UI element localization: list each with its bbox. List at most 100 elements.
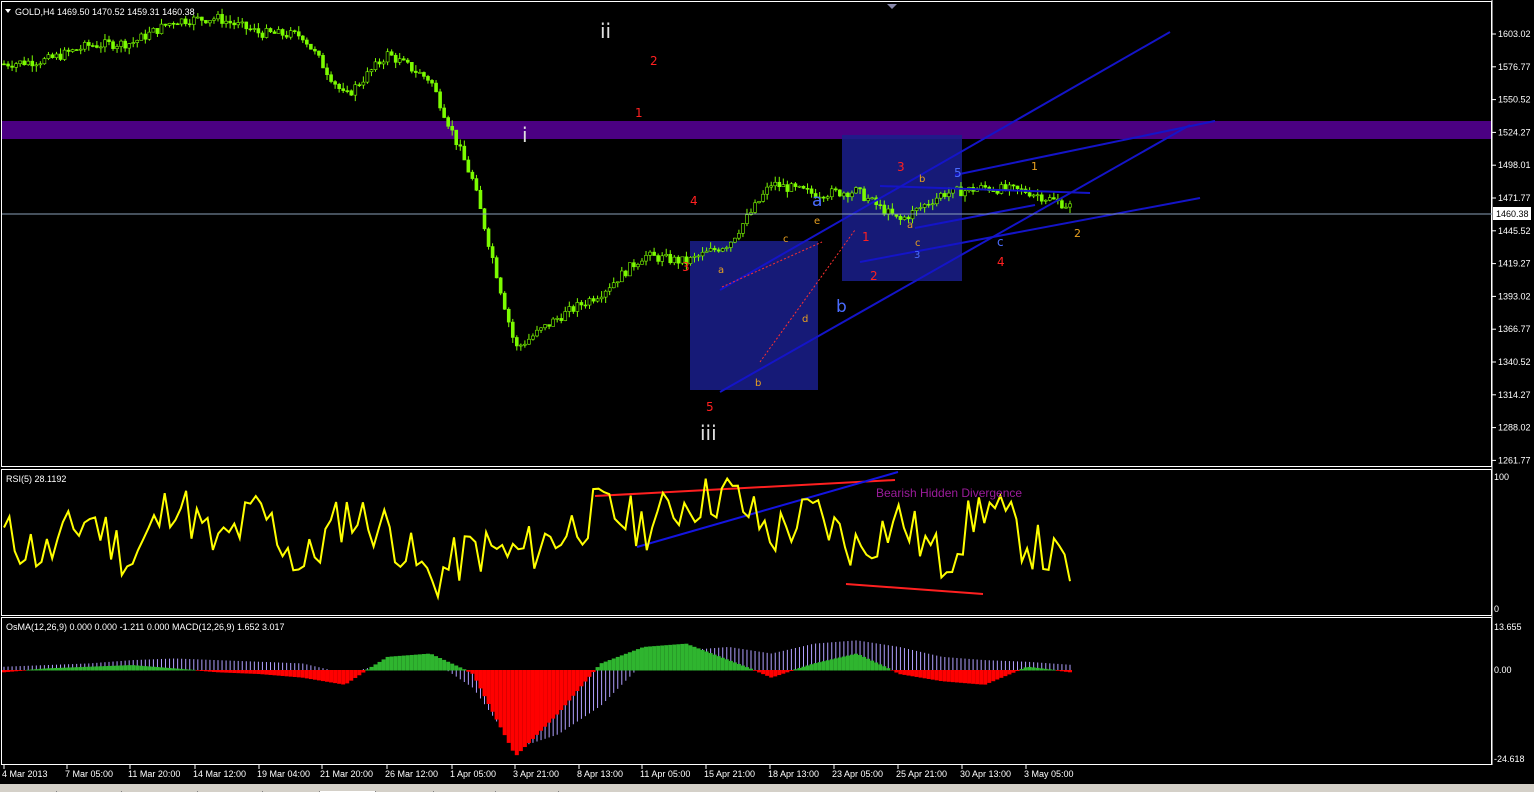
- osma-bar: [866, 658, 871, 671]
- osma-bar: [329, 670, 334, 683]
- osma-bar: [983, 670, 988, 685]
- candle-body: [454, 129, 459, 146]
- menu-arrow-icon[interactable]: [5, 9, 11, 13]
- osma-bar: [54, 667, 59, 671]
- candle-body: [74, 49, 79, 51]
- candle-body: [910, 210, 915, 220]
- candle-body: [579, 302, 584, 306]
- mt4-chart-window[interactable]: 1460.38 GOLD,H4 1469.50 1470.52 1459.31 …: [0, 0, 1534, 792]
- osma-bar: [86, 666, 91, 671]
- candle-body: [91, 45, 95, 47]
- candle-body: [232, 22, 236, 26]
- osma-bar: [211, 670, 216, 673]
- candle-body: [624, 270, 628, 277]
- osma-bar: [434, 656, 439, 671]
- osma-bar: [353, 670, 358, 678]
- candle-body: [369, 69, 374, 73]
- candle-body: [914, 207, 919, 211]
- osma-bar: [288, 670, 293, 677]
- osma-bar: [510, 670, 515, 751]
- wave-label-red-2a: 2: [650, 54, 658, 68]
- candle-body: [183, 18, 188, 25]
- osma-bar: [454, 665, 459, 671]
- candle-body: [296, 31, 301, 37]
- osma-bar: [38, 668, 43, 671]
- osma-bar: [203, 670, 208, 672]
- candle-body: [450, 126, 455, 131]
- osma-bar: [474, 670, 479, 681]
- candle-body: [381, 61, 386, 65]
- osma-bar: [963, 670, 968, 684]
- time-tick-label: 7 Mar 05:00: [65, 769, 113, 779]
- osma-bar: [684, 643, 689, 671]
- osma-bar: [587, 670, 592, 677]
- osma-bar: [506, 670, 511, 743]
- osma-bar: [264, 670, 269, 675]
- wave-label-ii: ii: [600, 19, 611, 43]
- osma-bar: [462, 669, 467, 671]
- osma-bar: [971, 670, 976, 684]
- wave-label-red-4a: 4: [690, 194, 698, 208]
- osma-bar: [349, 670, 354, 681]
- osma-bar: [615, 656, 620, 671]
- osma-bar: [123, 665, 128, 671]
- wave-label-orange-1: 1: [1031, 160, 1038, 173]
- candle-body: [474, 178, 479, 191]
- osma-bar: [325, 670, 330, 682]
- price-axis: 1603.02 1576.77 1550.52 1524.27 1498.01 1471.…: [1492, 29, 1531, 465]
- candle-body: [377, 61, 382, 65]
- osma-bar: [115, 665, 120, 671]
- wave-label-iii: iii: [700, 421, 717, 445]
- candle-body: [494, 257, 499, 279]
- candle-body: [212, 18, 216, 21]
- wave-label-red-5a: 5: [706, 400, 714, 414]
- candle-body: [615, 281, 620, 284]
- candle-body: [882, 204, 887, 215]
- osma-bar: [151, 666, 156, 671]
- osma-bar: [926, 670, 931, 679]
- candle-body: [434, 82, 438, 93]
- osma-bar: [1055, 670, 1060, 671]
- candle-body: [175, 23, 180, 26]
- osma-bar: [987, 670, 992, 683]
- candle-body: [276, 29, 281, 34]
- candle-body: [672, 256, 677, 264]
- osma-bar: [187, 669, 192, 671]
- osma-bar: [526, 670, 531, 743]
- candle-body: [46, 54, 51, 59]
- time-axis: 4 Mar 2013 7 Mar 05:00 11 Mar 20:00 14 Mar …: [2, 765, 1074, 779]
- osma-bar: [361, 670, 366, 673]
- candle-body: [414, 70, 418, 73]
- candle-body: [131, 42, 136, 44]
- candle-body: [438, 91, 442, 109]
- candle-body: [587, 298, 592, 306]
- candle-body: [821, 196, 826, 199]
- osma-bar: [2, 670, 6, 673]
- candle-body: [393, 54, 398, 63]
- candle-body: [1060, 200, 1064, 209]
- candle-body: [894, 214, 899, 217]
- osma-bar: [58, 667, 63, 671]
- candle-body: [854, 187, 858, 194]
- candle-body: [797, 185, 802, 188]
- osma-bar: [308, 670, 313, 680]
- candle-body: [58, 53, 63, 60]
- candle-body: [785, 184, 790, 192]
- candle-body: [842, 192, 846, 197]
- candle-body: [171, 22, 176, 25]
- osma-bar: [220, 670, 225, 673]
- candle-body: [401, 58, 406, 61]
- collapse-arrow-icon[interactable]: [887, 4, 897, 9]
- osma-bar: [603, 661, 608, 671]
- candle-body: [523, 343, 527, 346]
- osma-bar: [478, 670, 483, 689]
- candle-body: [220, 14, 224, 24]
- candle-body: [619, 270, 624, 283]
- candle-body: [515, 337, 519, 347]
- osma-bar: [1063, 670, 1068, 672]
- wave-label-red-4b: 4: [997, 255, 1005, 269]
- osma-bar: [292, 670, 297, 677]
- candle-body: [510, 321, 515, 338]
- time-tick-label: 19 Mar 04:00: [257, 769, 310, 779]
- chart-canvas[interactable]: 1460.38 GOLD,H4 1469.50 1470.52 1459.31 …: [0, 0, 1534, 784]
